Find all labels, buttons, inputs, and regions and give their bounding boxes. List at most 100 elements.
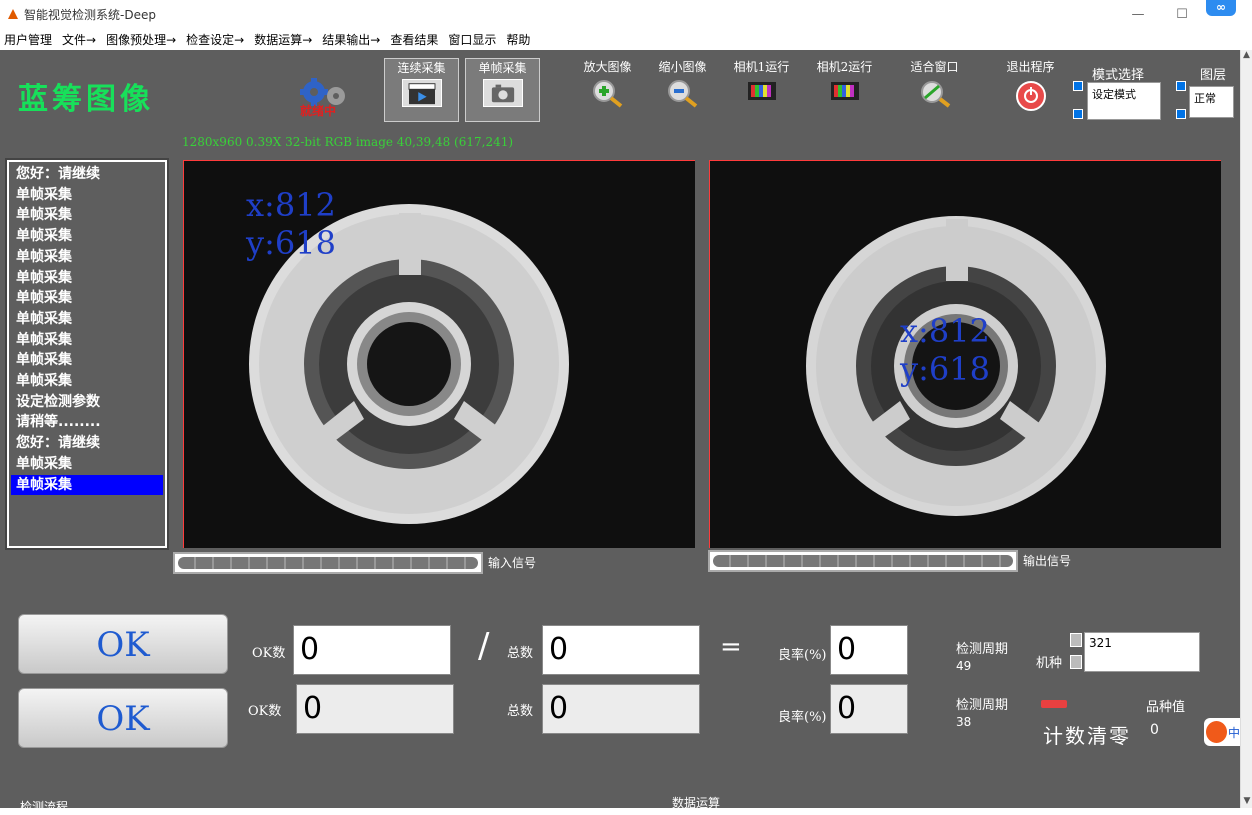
log-item[interactable]: 单帧采集 [11, 454, 163, 475]
result-ok-button-1[interactable]: OK [18, 614, 228, 674]
ime-mode-label: 中 [1227, 725, 1240, 740]
zoom-in-label: 放大图像 [583, 60, 632, 74]
ok-count-label-1: OK数 [252, 646, 286, 661]
log-item[interactable]: 您好：请继续 [11, 164, 163, 185]
single-capture-button[interactable]: 单帧采集 [465, 58, 540, 122]
ime-icon[interactable]: 中 [1204, 718, 1240, 746]
continuous-capture-button[interactable]: 连续采集 [384, 58, 459, 122]
variety-label: 品种值 [1146, 700, 1186, 715]
yield-field-2[interactable]: 0 [830, 684, 908, 734]
scroll-down-icon[interactable]: ▼ [1241, 796, 1252, 806]
cycle-value-2: 38 [956, 715, 972, 729]
minimize-button[interactable]: — [1118, 0, 1158, 28]
log-item[interactable]: 单帧采集 [11, 309, 163, 330]
fit-window-icon [920, 81, 950, 108]
status-label: 就绪中 [300, 104, 337, 118]
camera2-view[interactable]: x:812 y:618 [709, 160, 1221, 548]
camera2-run-button[interactable]: 相机2运行 [807, 58, 882, 122]
input-signal-bar [173, 552, 483, 574]
camera1-run-button[interactable]: 相机1运行 [724, 58, 799, 122]
variety-value: 0 [1150, 722, 1159, 738]
ok-count-field-1[interactable]: 0 [293, 625, 451, 675]
cursor-x-readout: x:812 [900, 312, 990, 350]
main-panel: 蓝筹图像 就绪中 连续采集 单帧采集 放大图像 缩小图像 相机1运行 相机2运行 [0, 50, 1240, 814]
mode-select-label: 模式选择 [1092, 68, 1145, 83]
ok-count-label-2: OK数 [248, 704, 282, 719]
log-item[interactable]: 单帧采集 [11, 371, 163, 392]
maximize-button[interactable]: ☐ [1162, 0, 1202, 28]
fit-window-button[interactable]: 适合窗口 [897, 58, 972, 122]
log-item[interactable]: 单帧采集 [11, 185, 163, 206]
yield-label-2: 良率(%) [778, 710, 827, 725]
log-item[interactable]: 单帧采集 [11, 205, 163, 226]
exit-label: 退出程序 [1006, 60, 1055, 74]
total-count-label-1: 总数 [507, 646, 534, 661]
flow-section-label: 检测流程 [20, 800, 69, 814]
zoom-out-button[interactable]: 缩小图像 [645, 58, 720, 122]
mode-select-value[interactable]: 设定模式 [1087, 82, 1161, 120]
vertical-scrollbar[interactable]: ▲ ▼ [1240, 50, 1252, 808]
cycle-label-1: 检测周期 [956, 642, 1009, 657]
power-icon [1015, 81, 1046, 111]
ok-count-field-2[interactable]: 0 [296, 684, 454, 734]
yield-field-1[interactable]: 0 [830, 625, 908, 675]
log-item[interactable]: 单帧采集 [11, 247, 163, 268]
message-log[interactable]: 您好：请继续 单帧采集 单帧采集 单帧采集 单帧采集 单帧采集 单帧采集 单帧采集 单帧采集 单帧… [5, 158, 169, 550]
result-ok-button-2[interactable]: OK [18, 688, 228, 748]
log-item[interactable]: 单帧采集 [11, 330, 163, 351]
camera1-view[interactable]: x:812 y:618 [183, 160, 695, 548]
sogou-logo-icon [1206, 721, 1227, 743]
layer-down-button[interactable] [1176, 109, 1186, 119]
zoom-in-icon [592, 80, 622, 108]
menu-inspect-setup[interactable]: 检查设定→ [186, 31, 244, 48]
log-item[interactable]: 单帧采集 [11, 474, 163, 496]
image-info: 1280x960 0.39X 32-bit RGB image 40,39,48… [182, 135, 514, 149]
log-item[interactable]: 单帧采集 [11, 288, 163, 309]
brand-title: 蓝筹图像 [18, 82, 154, 117]
log-item[interactable]: 单帧采集 [11, 350, 163, 371]
menu-file[interactable]: 文件→ [62, 31, 96, 48]
model-up-button[interactable] [1070, 633, 1082, 647]
log-item[interactable]: 单帧采集 [11, 226, 163, 247]
link-icon[interactable]: ∞ [1206, 0, 1236, 16]
gear-icon: 就绪中 [292, 78, 356, 118]
reset-count-button[interactable]: 计数清零 [1043, 720, 1131, 749]
menu-result-output[interactable]: 结果输出→ [322, 31, 380, 48]
mode-down-button[interactable] [1073, 109, 1083, 119]
menu-preprocess[interactable]: 图像预处理→ [106, 31, 176, 48]
layer-label: 图层 [1200, 68, 1227, 83]
menu-window[interactable]: 窗口显示 [448, 31, 496, 48]
total-count-field-2[interactable]: 0 [542, 684, 700, 734]
cycle-value-1: 49 [956, 659, 972, 673]
log-item[interactable]: 设定检测参数 [11, 392, 163, 413]
cursor-y-readout: y:618 [900, 350, 990, 388]
clapboard-icon [401, 79, 442, 107]
total-count-field-1[interactable]: 0 [542, 625, 700, 675]
model-field[interactable]: 321 [1084, 632, 1200, 672]
yield-label-1: 良率(%) [778, 648, 827, 663]
exit-button[interactable]: 退出程序 [993, 58, 1068, 122]
scroll-up-icon[interactable]: ▲ [1241, 50, 1252, 60]
mode-up-button[interactable] [1073, 81, 1083, 91]
cycle-label-2: 检测周期 [956, 698, 1009, 713]
camera-icon [482, 79, 523, 107]
cursor-y-readout: y:618 [246, 224, 336, 262]
layer-up-button[interactable] [1176, 81, 1186, 91]
log-item[interactable]: 单帧采集 [11, 268, 163, 289]
layer-select-value[interactable]: 正常 [1189, 86, 1234, 118]
menu-view-results[interactable]: 查看结果 [390, 31, 438, 48]
log-item[interactable]: 您好：请继续 [11, 433, 163, 454]
model-label: 机种 [1036, 656, 1063, 671]
menu-user[interactable]: 用户管理 [4, 31, 52, 48]
menu-bar: 用户管理 文件→ 图像预处理→ 检查设定→ 数据运算→ 结果输出→ 查看结果 窗… [0, 28, 1240, 50]
menu-help[interactable]: 帮助 [506, 31, 530, 48]
fit-window-label: 适合窗口 [910, 60, 959, 74]
camera1-run-label: 相机1运行 [733, 60, 790, 74]
log-item[interactable]: 请稍等........ [11, 412, 163, 433]
output-signal-label: 输出信号 [1023, 554, 1072, 568]
title-bar: 智能视觉检测系统-Deep [0, 0, 1252, 28]
app-logo-icon [8, 9, 18, 19]
zoom-in-button[interactable]: 放大图像 [570, 58, 645, 122]
model-down-button[interactable] [1070, 655, 1082, 669]
menu-data-calc[interactable]: 数据运算→ [254, 31, 312, 48]
